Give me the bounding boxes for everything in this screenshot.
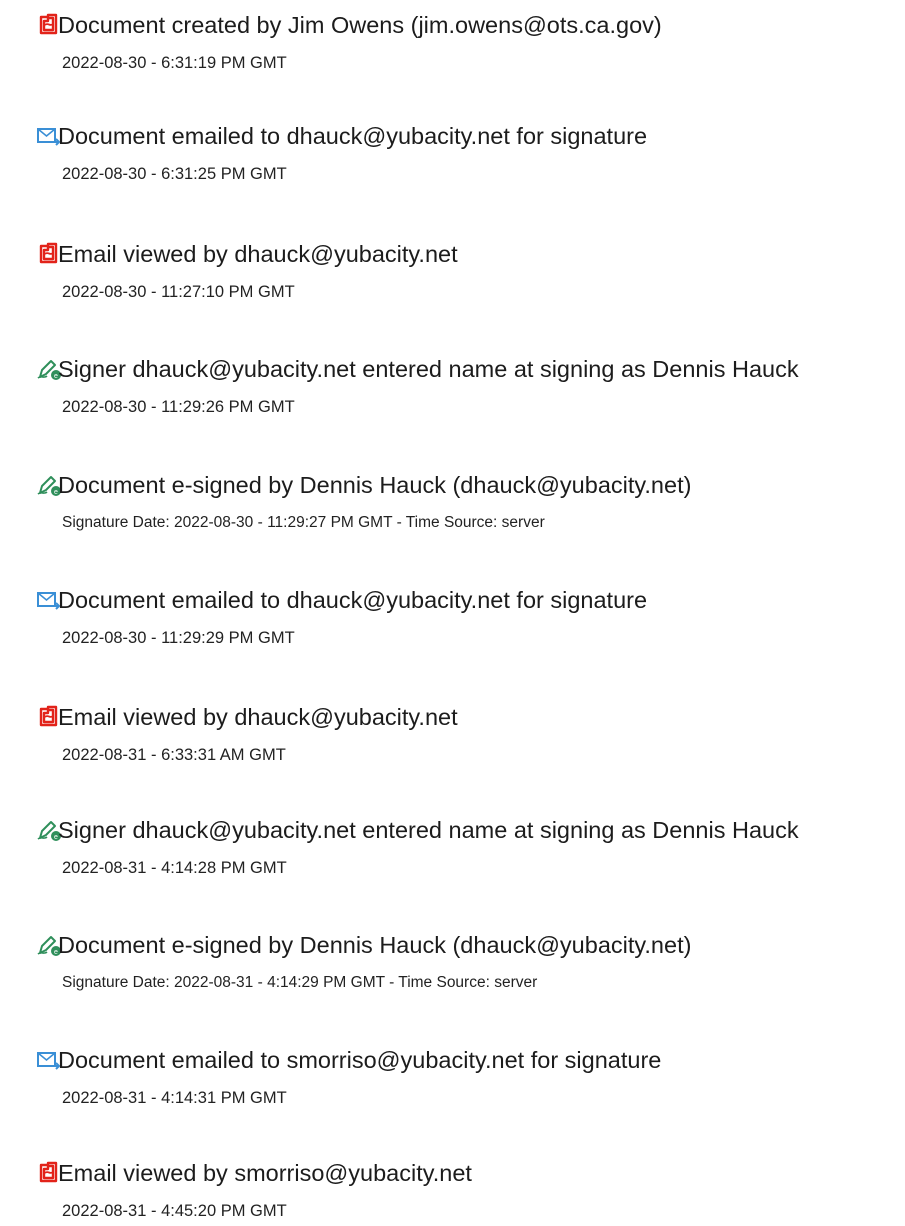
event-title: Document e-signed by Dennis Hauck (dhauc… <box>58 932 692 958</box>
event-title: Document emailed to smorriso@yubacity.ne… <box>58 1047 662 1073</box>
event-title: Email viewed by smorriso@yubacity.net <box>58 1160 472 1186</box>
event-timestamp: Signature Date: 2022-08-30 - 11:29:27 PM… <box>62 514 545 531</box>
event-timestamp: 2022-08-30 - 6:31:25 PM GMT <box>62 165 287 183</box>
event-title: Email viewed by dhauck@yubacity.net <box>58 704 458 730</box>
event-timestamp: 2022-08-31 - 4:14:31 PM GMT <box>62 1089 287 1107</box>
event-title: Document emailed to dhauck@yubacity.net … <box>58 587 648 613</box>
event-timestamp: Signature Date: 2022-08-31 - 4:14:29 PM … <box>62 974 538 991</box>
event-timestamp: 2022-08-30 - 11:27:10 PM GMT <box>62 283 295 301</box>
event-timestamp: 2022-08-31 - 6:33:31 AM GMT <box>62 746 286 764</box>
event-title: Document emailed to dhauck@yubacity.net … <box>58 123 648 149</box>
event-title: Signer dhauck@yubacity.net entered name … <box>58 356 799 382</box>
event-timestamp: 2022-08-30 - 11:29:26 PM GMT <box>62 398 295 416</box>
event-timestamp: 2022-08-30 - 11:29:29 PM GMT <box>62 629 295 647</box>
event-timestamp: 2022-08-31 - 4:45:20 PM GMT <box>62 1202 287 1220</box>
event-title: Email viewed by dhauck@yubacity.net <box>58 241 458 267</box>
event-timestamp: 2022-08-31 - 4:14:28 PM GMT <box>62 859 287 877</box>
event-title: Document created by Jim Owens (jim.owens… <box>58 12 662 38</box>
event-title: Document e-signed by Dennis Hauck (dhauc… <box>58 472 692 498</box>
event-title: Signer dhauck@yubacity.net entered name … <box>58 817 799 843</box>
event-timestamp: 2022-08-30 - 6:31:19 PM GMT <box>62 54 287 72</box>
audit-history-page: Document created by Jim Owens (jim.owens… <box>0 0 905 1226</box>
